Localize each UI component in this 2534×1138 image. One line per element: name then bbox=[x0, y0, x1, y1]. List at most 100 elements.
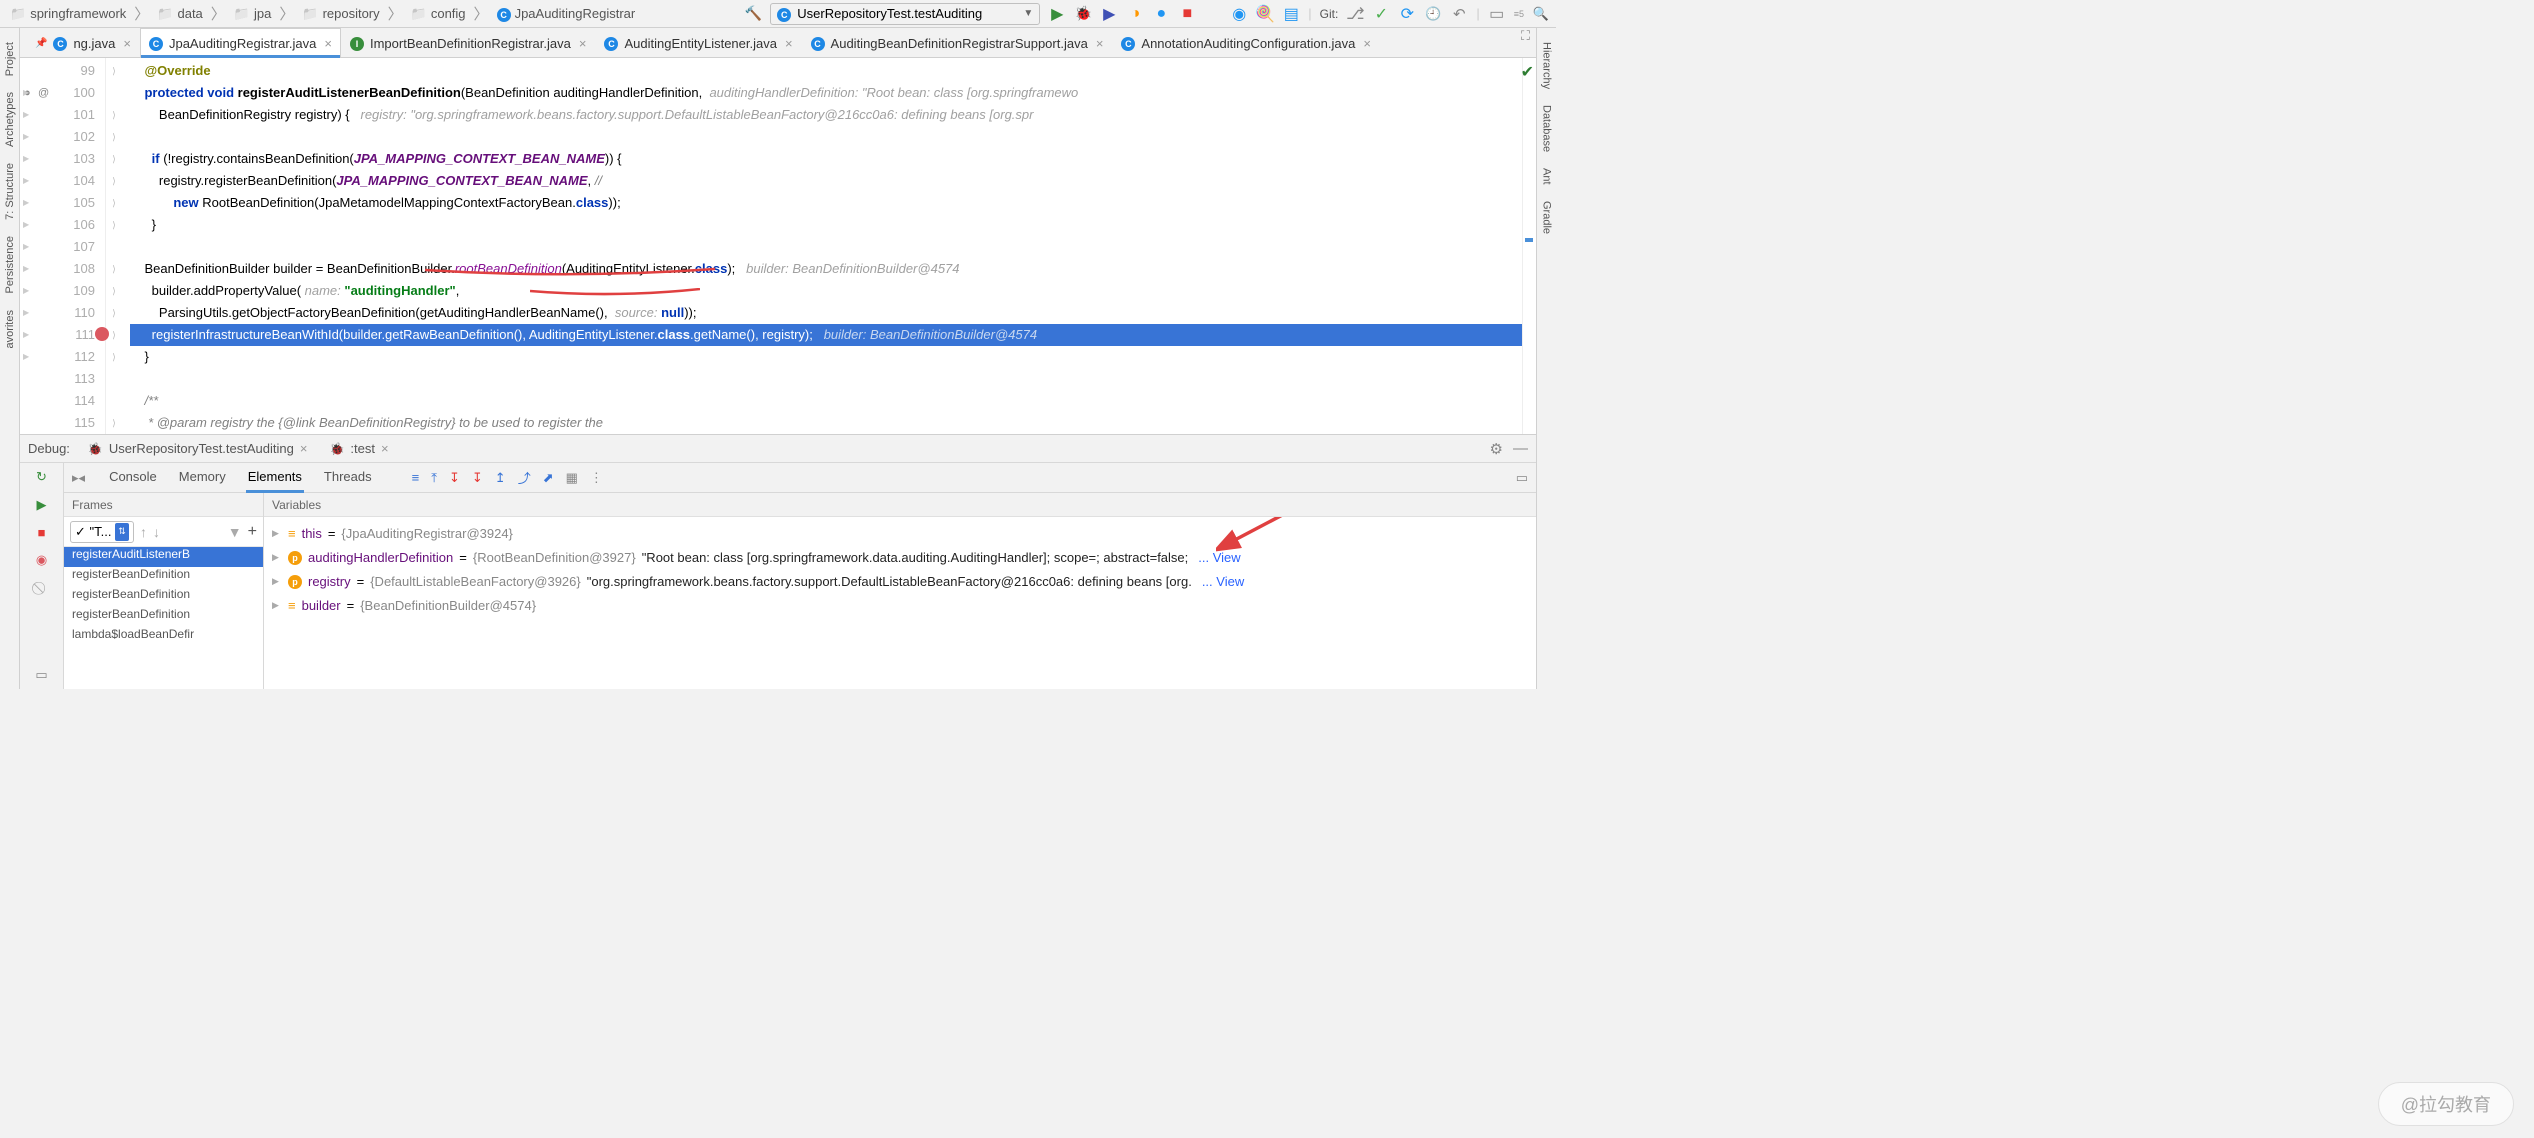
swirl-icon[interactable]: 🍭 bbox=[1256, 5, 1274, 23]
run-config-select[interactable]: UserRepositoryTest.testAuditing ▼ bbox=[770, 3, 1040, 25]
branch-icon[interactable]: ⎇ bbox=[1346, 5, 1364, 23]
code-editor[interactable]: 99100●@▶101▶102▶103▶104▶105▶106▶107▶108▶… bbox=[20, 58, 1536, 434]
editor-tab[interactable]: AnnotationAuditingConfiguration.java× bbox=[1112, 28, 1380, 57]
add-thread-icon[interactable]: + bbox=[248, 523, 257, 541]
tool-tab[interactable]: Gradle bbox=[1540, 195, 1554, 240]
variable-row[interactable]: ▶this = {JpaAuditingRegistrar@3924} bbox=[264, 521, 1536, 545]
expand-icon[interactable]: ▶ bbox=[272, 600, 282, 611]
attach-icon[interactable] bbox=[1152, 5, 1170, 23]
step-icon-5[interactable]: ⤴ bbox=[518, 468, 531, 487]
step-icon-4[interactable]: ↥ bbox=[495, 470, 506, 486]
variable-row[interactable]: ▶builder = {BeanDefinitionBuilder@4574} bbox=[264, 593, 1536, 617]
inspections-ok-icon[interactable]: ✔ bbox=[1521, 62, 1534, 82]
expand-icon[interactable]: ▶ bbox=[272, 528, 282, 539]
breakpoint-icon[interactable] bbox=[95, 327, 109, 341]
stack-frame[interactable]: registerBeanDefinition bbox=[64, 567, 263, 587]
step-icon-8[interactable]: ⋮ bbox=[590, 470, 603, 486]
tool-tab[interactable]: Hierarchy bbox=[1540, 36, 1554, 95]
close-icon[interactable]: × bbox=[324, 36, 332, 51]
package-icon[interactable] bbox=[1488, 5, 1506, 23]
expand-icon[interactable]: ▶ bbox=[272, 552, 282, 563]
step-icon-1[interactable]: ⤒ bbox=[431, 470, 437, 486]
debug-session-tab[interactable]: 🐞:test× bbox=[323, 439, 394, 458]
next-frame-icon[interactable]: ↓ bbox=[153, 524, 160, 540]
layout-icon[interactable]: ▭ bbox=[1516, 470, 1528, 486]
filter-icon[interactable]: ▼ bbox=[228, 524, 242, 540]
step-icon-7[interactable]: ▦ bbox=[566, 470, 578, 486]
gauge-icon[interactable]: ◉ bbox=[1230, 5, 1248, 23]
stack-frame[interactable]: lambda$loadBeanDefir bbox=[64, 627, 263, 647]
editor-tab[interactable]: AuditingEntityListener.java× bbox=[595, 28, 801, 57]
stop-icon[interactable] bbox=[1178, 5, 1196, 23]
gear-icon[interactable] bbox=[1490, 440, 1503, 458]
debug-icon[interactable] bbox=[1074, 5, 1092, 23]
thread-select[interactable]: ✓ "T... ⇅ bbox=[70, 521, 134, 543]
maximize-icon[interactable]: ⛶ bbox=[1515, 28, 1536, 57]
stack-frame[interactable]: registerBeanDefinition bbox=[64, 607, 263, 627]
tool-tab[interactable]: 7: Structure bbox=[3, 157, 17, 226]
editor-tab[interactable]: 📌ng.java× bbox=[26, 28, 140, 57]
editor-tab[interactable]: AuditingBeanDefinitionRegistrarSupport.j… bbox=[802, 28, 1113, 57]
rerun-icon[interactable]: ↻ bbox=[36, 469, 47, 485]
tool-tab[interactable]: Ant bbox=[1540, 162, 1554, 191]
step-icon-0[interactable]: ≡ bbox=[412, 470, 420, 485]
breadcrumb-item[interactable]: springframework bbox=[6, 5, 130, 23]
debug-session-tab[interactable]: 🐞UserRepositoryTest.testAuditing× bbox=[82, 439, 314, 458]
breadcrumb-item[interactable]: jpa bbox=[230, 5, 276, 23]
close-icon[interactable]: × bbox=[123, 36, 131, 51]
gutter[interactable]: 99100●@▶101▶102▶103▶104▶105▶106▶107▶108▶… bbox=[20, 58, 106, 434]
tool-tab[interactable]: Archetypes bbox=[3, 86, 17, 153]
close-icon[interactable]: × bbox=[1096, 36, 1104, 51]
error-stripe[interactable]: ✔ bbox=[1522, 58, 1536, 434]
breadcrumb-item[interactable]: repository bbox=[298, 5, 383, 23]
rollback-icon[interactable] bbox=[1450, 5, 1468, 23]
step-icon-3[interactable]: ↧ bbox=[472, 470, 483, 486]
close-icon[interactable]: × bbox=[1363, 36, 1371, 51]
commit-icon[interactable] bbox=[1372, 5, 1390, 23]
expand-icon[interactable]: ▶ bbox=[272, 576, 282, 587]
breadcrumb-item[interactable]: config bbox=[407, 5, 470, 23]
resume-icon[interactable] bbox=[37, 497, 47, 513]
variable-row[interactable]: ▶registry = {DefaultListableBeanFactory@… bbox=[264, 569, 1536, 593]
close-icon[interactable]: × bbox=[381, 441, 389, 456]
build-icon[interactable] bbox=[744, 5, 762, 23]
close-icon[interactable]: × bbox=[579, 36, 587, 51]
debug-tab[interactable]: Elements bbox=[246, 463, 304, 493]
close-icon[interactable]: × bbox=[785, 36, 793, 51]
variables-list[interactable]: ▶this = {JpaAuditingRegistrar@3924}▶audi… bbox=[264, 517, 1536, 689]
view-link[interactable]: ... View bbox=[1202, 574, 1244, 589]
debug-tab[interactable]: Memory bbox=[177, 463, 228, 493]
stack-frame[interactable]: registerAuditListenerB bbox=[64, 547, 263, 567]
tool-tab[interactable]: avorites bbox=[3, 304, 17, 355]
stack-frame[interactable]: registerBeanDefinition bbox=[64, 587, 263, 607]
fold-column[interactable]: ⟩⟩⟩⟩⟩⟩⟩⟩⟩⟩⟩⟩⟩ bbox=[106, 58, 122, 434]
breadcrumb-item[interactable]: JpaAuditingRegistrar bbox=[493, 5, 640, 23]
layout-icon[interactable]: ▭ bbox=[35, 667, 47, 683]
debug-tab[interactable]: Threads bbox=[322, 463, 374, 493]
tool-tab[interactable]: Project bbox=[3, 36, 17, 82]
book-icon[interactable]: ▤ bbox=[1282, 5, 1300, 23]
coverage-icon[interactable] bbox=[1100, 5, 1118, 23]
update-icon[interactable] bbox=[1398, 5, 1416, 23]
debug-tab[interactable]: Console bbox=[107, 463, 159, 493]
minimize-icon[interactable] bbox=[1513, 440, 1528, 457]
prev-frame-icon[interactable]: ↑ bbox=[140, 524, 147, 540]
editor-tab[interactable]: ImportBeanDefinitionRegistrar.java× bbox=[341, 28, 595, 57]
step-icon-6[interactable]: ⬈ bbox=[543, 470, 554, 486]
close-icon[interactable]: × bbox=[300, 441, 308, 456]
run-icon[interactable] bbox=[1048, 5, 1066, 23]
code-content[interactable]: @Override protected void registerAuditLi… bbox=[122, 58, 1522, 434]
step-icon-2[interactable]: ↧ bbox=[449, 470, 460, 486]
profiler-icon[interactable] bbox=[1126, 5, 1144, 23]
search-icon[interactable] bbox=[1532, 5, 1550, 23]
history-icon[interactable] bbox=[1424, 5, 1442, 23]
variable-row[interactable]: ▶auditingHandlerDefinition = {RootBeanDe… bbox=[264, 545, 1536, 569]
tool-tab[interactable]: Database bbox=[1540, 99, 1554, 158]
stop-debug-icon[interactable] bbox=[38, 525, 46, 540]
tool-tab[interactable]: Persistence bbox=[3, 230, 17, 299]
editor-tab[interactable]: JpaAuditingRegistrar.java× bbox=[140, 28, 341, 57]
frames-list[interactable]: registerAuditListenerBregisterBeanDefini… bbox=[64, 547, 263, 689]
breadcrumb-item[interactable]: data bbox=[153, 5, 207, 23]
view-link[interactable]: ... View bbox=[1198, 550, 1240, 565]
breakpoints-icon[interactable]: ◉ bbox=[36, 552, 47, 568]
